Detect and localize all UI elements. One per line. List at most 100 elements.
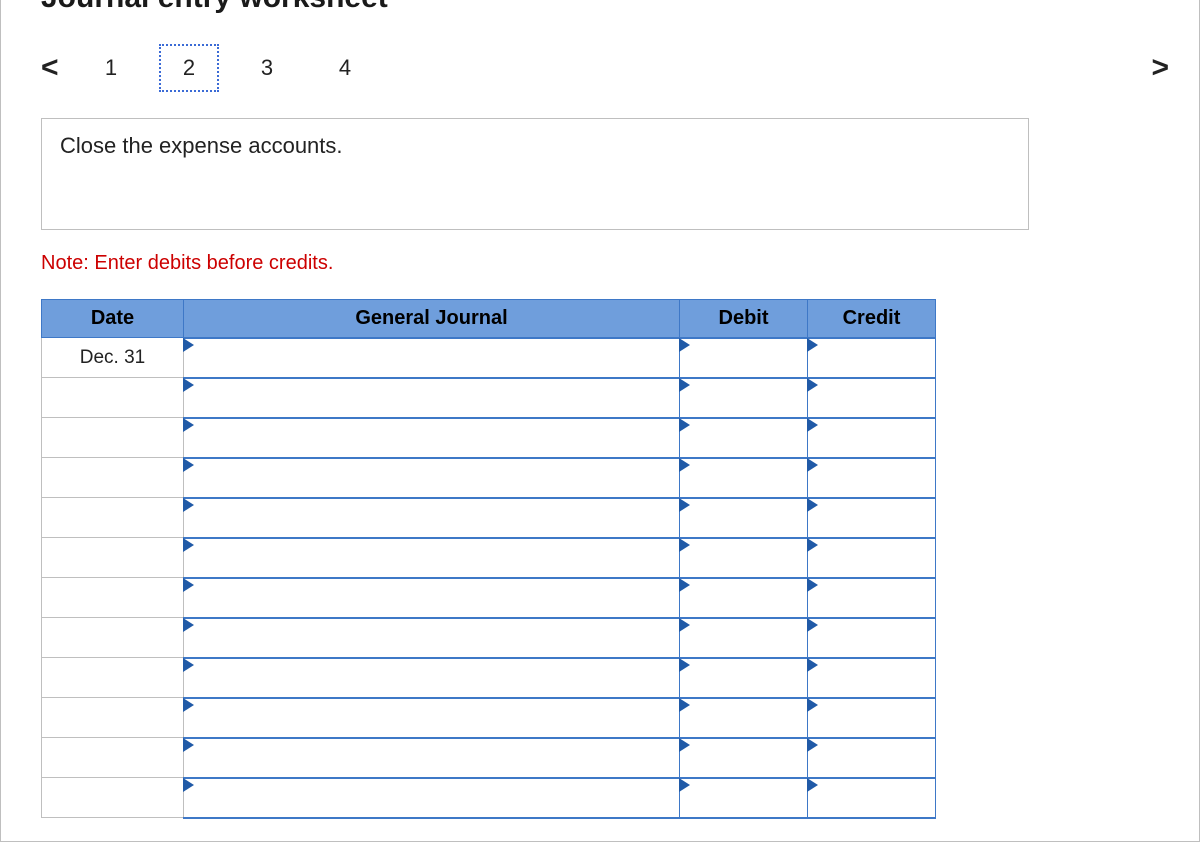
table-row	[42, 698, 936, 738]
dropdown-arrow-icon	[807, 778, 818, 792]
pager: < 1234 >	[41, 42, 1159, 94]
pager-page-1[interactable]: 1	[81, 44, 141, 92]
gj-cell[interactable]	[184, 418, 680, 458]
gj-cell[interactable]	[184, 658, 680, 698]
gj-cell[interactable]	[184, 698, 680, 738]
date-cell[interactable]	[42, 618, 184, 658]
table-row	[42, 418, 936, 458]
instruction-box: Close the expense accounts.	[41, 118, 1029, 230]
dropdown-arrow-icon	[183, 578, 194, 592]
credit-cell[interactable]	[808, 458, 936, 498]
credit-cell[interactable]	[808, 738, 936, 778]
date-cell[interactable]	[42, 538, 184, 578]
gj-cell[interactable]	[184, 738, 680, 778]
credit-cell[interactable]	[808, 498, 936, 538]
debit-cell[interactable]	[680, 698, 808, 738]
date-cell[interactable]	[42, 778, 184, 818]
pager-prev[interactable]: <	[41, 51, 81, 85]
table-row	[42, 458, 936, 498]
dropdown-arrow-icon	[807, 538, 818, 552]
dropdown-arrow-icon	[183, 418, 194, 432]
gj-cell[interactable]	[184, 498, 680, 538]
debit-cell[interactable]	[680, 578, 808, 618]
debit-cell[interactable]	[680, 458, 808, 498]
col-header-gj: General Journal	[184, 300, 680, 338]
credit-cell[interactable]	[808, 418, 936, 458]
pager-page-2[interactable]: 2	[159, 44, 219, 92]
credit-cell[interactable]	[808, 778, 936, 818]
dropdown-arrow-icon	[183, 738, 194, 752]
gj-cell[interactable]	[184, 538, 680, 578]
dropdown-arrow-icon	[807, 458, 818, 472]
debit-cell[interactable]	[680, 658, 808, 698]
gj-cell[interactable]	[184, 778, 680, 818]
instruction-text: Close the expense accounts.	[60, 133, 343, 158]
dropdown-arrow-icon	[679, 498, 690, 512]
table-row	[42, 538, 936, 578]
dropdown-arrow-icon	[807, 498, 818, 512]
pager-page-3[interactable]: 3	[237, 44, 297, 92]
credit-cell[interactable]	[808, 538, 936, 578]
date-cell[interactable]	[42, 378, 184, 418]
date-cell[interactable]	[42, 418, 184, 458]
dropdown-arrow-icon	[183, 618, 194, 632]
date-cell[interactable]	[42, 458, 184, 498]
dropdown-arrow-icon	[807, 378, 818, 392]
table-row	[42, 498, 936, 538]
debit-cell[interactable]	[680, 538, 808, 578]
debit-cell[interactable]	[680, 618, 808, 658]
dropdown-arrow-icon	[807, 418, 818, 432]
dropdown-arrow-icon	[679, 458, 690, 472]
gj-cell[interactable]	[184, 378, 680, 418]
date-cell[interactable]	[42, 578, 184, 618]
dropdown-arrow-icon	[679, 778, 690, 792]
col-header-credit: Credit	[808, 300, 936, 338]
worksheet-container: Journal entry worksheet < 1234 > Close t…	[0, 0, 1200, 842]
table-row	[42, 618, 936, 658]
dropdown-arrow-icon	[807, 618, 818, 632]
dropdown-arrow-icon	[807, 578, 818, 592]
date-cell[interactable]	[42, 498, 184, 538]
credit-cell[interactable]	[808, 698, 936, 738]
gj-cell[interactable]	[184, 338, 680, 378]
credit-cell[interactable]	[808, 618, 936, 658]
debit-cell[interactable]	[680, 738, 808, 778]
dropdown-arrow-icon	[183, 338, 194, 352]
dropdown-arrow-icon	[679, 738, 690, 752]
table-row: Dec. 31	[42, 338, 936, 378]
credit-cell[interactable]	[808, 658, 936, 698]
debit-cell[interactable]	[680, 418, 808, 458]
date-cell[interactable]	[42, 738, 184, 778]
gj-cell[interactable]	[184, 618, 680, 658]
date-cell[interactable]	[42, 658, 184, 698]
dropdown-arrow-icon	[679, 378, 690, 392]
dropdown-arrow-icon	[679, 698, 690, 712]
credit-cell[interactable]	[808, 338, 936, 378]
credit-cell[interactable]	[808, 578, 936, 618]
dropdown-arrow-icon	[183, 658, 194, 672]
dropdown-arrow-icon	[807, 698, 818, 712]
gj-cell[interactable]	[184, 578, 680, 618]
dropdown-arrow-icon	[679, 538, 690, 552]
pager-next[interactable]: >	[1129, 51, 1169, 85]
dropdown-arrow-icon	[183, 378, 194, 392]
table-row	[42, 778, 936, 818]
debit-cell[interactable]	[680, 338, 808, 378]
dropdown-arrow-icon	[183, 778, 194, 792]
dropdown-arrow-icon	[807, 658, 818, 672]
dropdown-arrow-icon	[807, 738, 818, 752]
dropdown-arrow-icon	[679, 418, 690, 432]
gj-cell[interactable]	[184, 458, 680, 498]
date-cell[interactable]: Dec. 31	[42, 338, 184, 378]
note-text: Note: Enter debits before credits.	[41, 252, 1159, 275]
table-row	[42, 578, 936, 618]
debit-cell[interactable]	[680, 498, 808, 538]
credit-cell[interactable]	[808, 378, 936, 418]
date-cell[interactable]	[42, 698, 184, 738]
pager-page-4[interactable]: 4	[315, 44, 375, 92]
dropdown-arrow-icon	[183, 458, 194, 472]
dropdown-arrow-icon	[183, 698, 194, 712]
debit-cell[interactable]	[680, 378, 808, 418]
debit-cell[interactable]	[680, 778, 808, 818]
dropdown-arrow-icon	[183, 538, 194, 552]
